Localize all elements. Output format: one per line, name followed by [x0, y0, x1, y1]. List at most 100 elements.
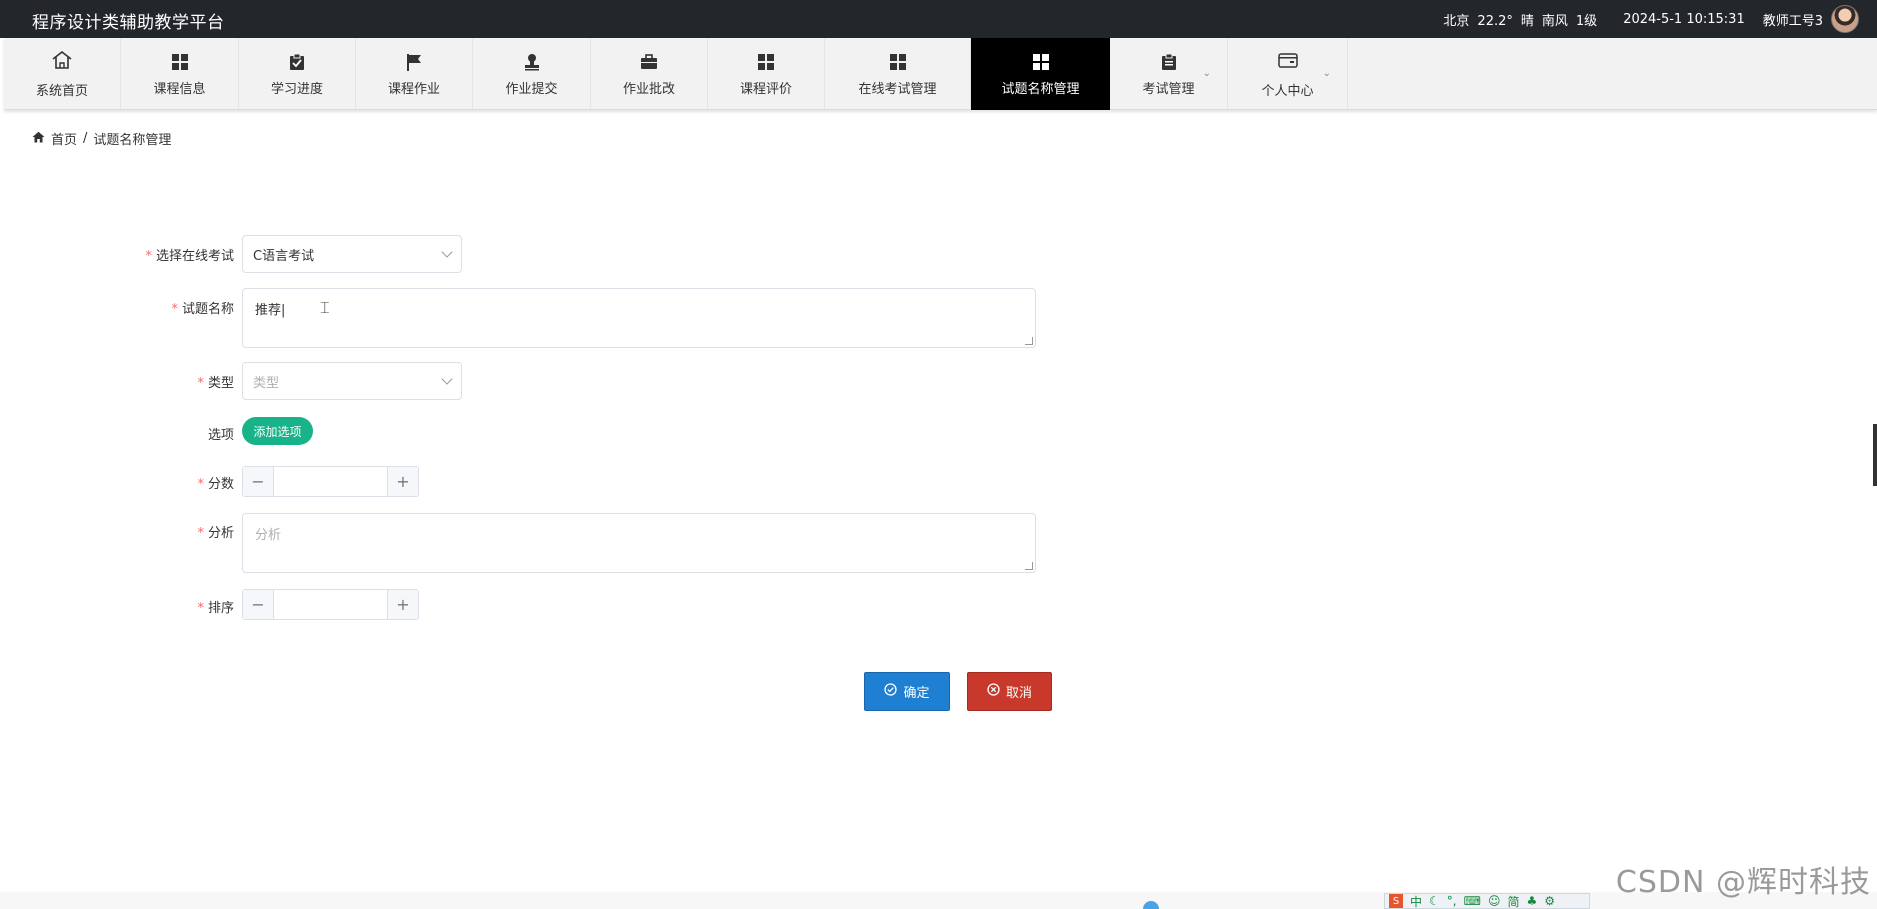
chevron-down-icon — [441, 373, 453, 385]
resize-handle-icon[interactable] — [1025, 562, 1033, 570]
score-input[interactable] — [274, 467, 387, 496]
nav-item-personal-center[interactable]: 个人中心 ⌄ — [1228, 38, 1348, 110]
watermark: CSDN @辉时科技 — [1615, 865, 1871, 900]
breadcrumb-home[interactable]: 首页 — [51, 129, 77, 148]
confirm-label: 确定 — [903, 686, 930, 701]
question-name-value: 推荐| — [255, 303, 286, 318]
home-icon — [32, 131, 45, 147]
main-nav: 系统首页 课程信息 学习进度 课程作业 作业提交 作业批改 课程评价 在线考试管… — [4, 38, 1877, 110]
confirm-button[interactable]: 确定 — [864, 672, 950, 711]
order-label: * 排序 — [197, 601, 234, 616]
status-area: 北京 22.2° 晴南风 1级 2024-5-1 10:15:31 教师工号3 — [1443, 0, 1859, 38]
flag-icon — [406, 52, 422, 72]
grid-icon — [171, 52, 188, 72]
nav-item-homework-grading[interactable]: 作业批改 — [591, 38, 708, 110]
exam-select-value: C语言考试 — [253, 248, 315, 264]
current-datetime: 2024-5-1 10:15:31 — [1623, 11, 1745, 27]
type-select[interactable]: 类型 — [242, 362, 462, 400]
nav-label: 系统首页 — [35, 83, 88, 99]
clipboard-icon — [1161, 52, 1177, 72]
chevron-down-icon — [441, 246, 453, 258]
bottom-strip — [0, 892, 1877, 909]
app-title: 程序设计类辅助教学平台 — [32, 13, 225, 33]
ime-mode[interactable]: 中 — [1410, 893, 1422, 909]
nav-item-course-homework[interactable]: 课程作业 — [356, 38, 473, 110]
nav-item-online-exam-management[interactable]: 在线考试管理 — [825, 38, 971, 110]
nav-label: 在线考试管理 — [858, 81, 937, 97]
grid-icon — [758, 52, 774, 72]
nav-item-course-evaluation[interactable]: 课程评价 — [708, 38, 825, 110]
clipboard-check-icon — [289, 52, 305, 72]
grid-icon — [1032, 52, 1049, 72]
nav-item-home[interactable]: 系统首页 — [4, 38, 121, 110]
top-bar: 程序设计类辅助教学平台 北京 22.2° 晴南风 1级 2024-5-1 10:15:… — [0, 0, 1877, 38]
breadcrumb: 首页 / 试题名称管理 — [32, 129, 171, 148]
user-icon[interactable]: ☺ — [1488, 894, 1501, 908]
breadcrumb-separator: / — [83, 131, 88, 146]
nav-label: 个人中心 — [1261, 83, 1314, 99]
weather-wind-level: 1级 — [1575, 13, 1598, 29]
question-name-label: * 试题名称 — [171, 302, 234, 317]
plus-icon[interactable]: + — [387, 467, 418, 496]
type-select-placeholder: 类型 — [253, 375, 280, 391]
check-circle-icon — [884, 683, 898, 700]
minus-icon[interactable]: − — [243, 590, 274, 619]
nav-label: 课程作业 — [387, 81, 440, 97]
weather-wind: 南风 — [1541, 13, 1568, 29]
close-circle-icon — [987, 683, 1000, 700]
exam-select[interactable]: C语言考试 — [242, 235, 462, 273]
analysis-label: * 分析 — [197, 526, 234, 541]
skin-icon[interactable]: ♣ — [1526, 894, 1537, 908]
options-label: 选项 — [207, 428, 234, 443]
gear-icon[interactable]: ⚙ — [1544, 894, 1555, 908]
add-option-button[interactable]: 添加选项 — [242, 417, 313, 445]
weather-condition: 晴 — [1520, 13, 1534, 29]
nav-item-exam-management[interactable]: 考试管理 ⌄ — [1110, 38, 1228, 110]
scrollbar[interactable] — [1873, 424, 1877, 486]
nav-item-course-info[interactable]: 课程信息 — [121, 38, 239, 110]
briefcase-icon — [640, 52, 658, 72]
nav-label: 试题名称管理 — [1001, 81, 1080, 97]
user-name[interactable]: 教师工号3 — [1763, 10, 1823, 29]
type-label: * 类型 — [197, 376, 234, 391]
nav-label: 考试管理 — [1142, 81, 1195, 97]
exam-select-label: * 选择在线考试 — [145, 249, 234, 264]
nav-item-learning-progress[interactable]: 学习进度 — [239, 38, 356, 110]
chevron-down-icon: ⌄ — [1202, 68, 1211, 79]
nav-label: 作业提交 — [505, 81, 558, 97]
cancel-label: 取消 — [1005, 686, 1032, 701]
analysis-placeholder: 分析 — [255, 528, 282, 543]
weather-info: 北京 22.2° 晴南风 1级 — [1443, 10, 1605, 29]
order-stepper[interactable]: − + — [242, 589, 419, 620]
wallet-icon — [1277, 50, 1298, 70]
keyboard-icon[interactable]: ⌨ — [1464, 894, 1481, 908]
nav-item-question-name-management[interactable]: 试题名称管理 — [971, 38, 1110, 110]
question-name-textarea[interactable]: 推荐| — [242, 288, 1036, 348]
analysis-textarea[interactable]: 分析 — [242, 513, 1036, 573]
punctuation-icon[interactable]: °, — [1447, 894, 1457, 908]
avatar[interactable] — [1831, 5, 1859, 33]
ime-simplified[interactable]: 简 — [1507, 893, 1519, 909]
ime-toolbar[interactable]: S 中 ☾ °, ⌨ ☺ 简 ♣ ⚙ — [1384, 893, 1590, 909]
chevron-down-icon: ⌄ — [1322, 68, 1331, 79]
nav-item-homework-submit[interactable]: 作业提交 — [473, 38, 591, 110]
text-cursor-icon: ⌶ — [320, 298, 330, 317]
nav-label: 作业批改 — [622, 81, 675, 97]
breadcrumb-current: 试题名称管理 — [93, 133, 172, 148]
stamp-icon — [523, 52, 541, 72]
order-input[interactable] — [274, 590, 387, 619]
score-stepper[interactable]: − + — [242, 466, 419, 497]
nav-label: 课程评价 — [739, 81, 792, 97]
score-label: * 分数 — [197, 477, 234, 492]
cancel-button[interactable]: 取消 — [967, 672, 1052, 711]
plus-icon[interactable]: + — [387, 590, 418, 619]
ime-logo-icon: S — [1389, 894, 1403, 908]
weather-city: 北京 — [1443, 13, 1470, 29]
resize-handle-icon[interactable] — [1025, 337, 1033, 345]
moon-icon[interactable]: ☾ — [1429, 894, 1440, 908]
grid-icon — [889, 52, 906, 72]
minus-icon[interactable]: − — [243, 467, 274, 496]
nav-label: 课程信息 — [153, 81, 206, 97]
weather-temperature: 22.2° — [1477, 13, 1513, 29]
nav-label: 学习进度 — [270, 81, 323, 97]
